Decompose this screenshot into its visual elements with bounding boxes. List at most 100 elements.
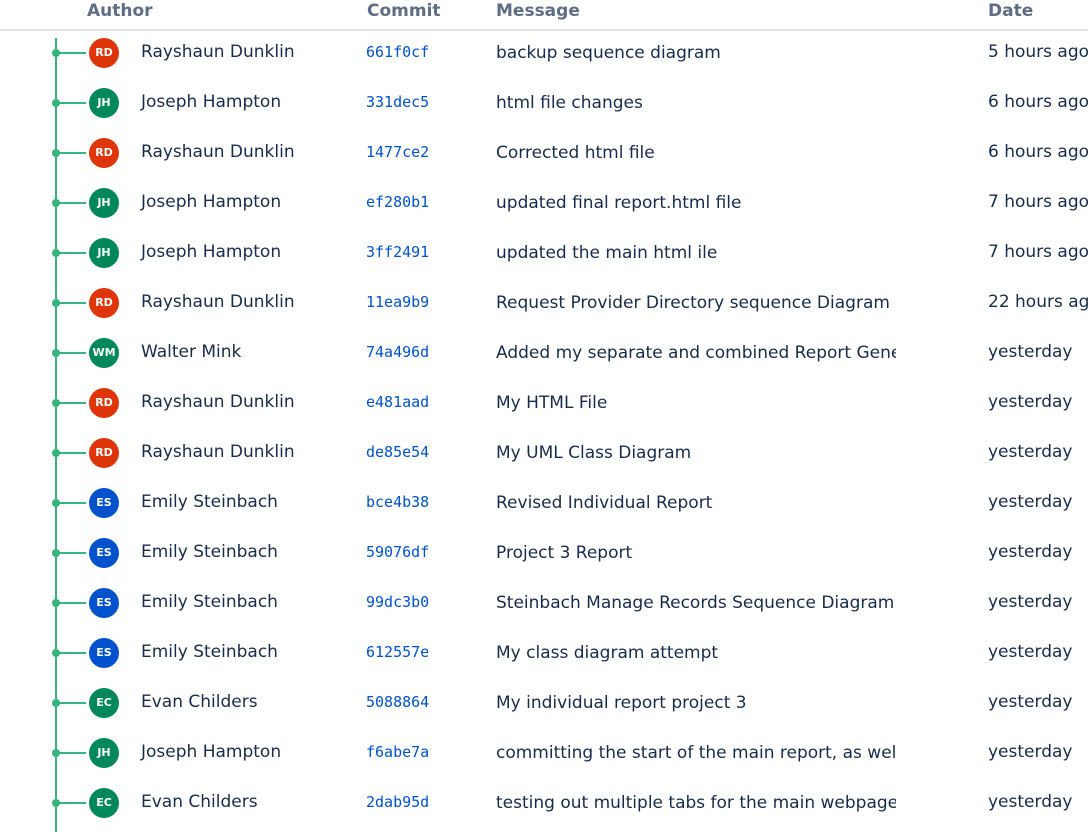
commit-date: 7 hours ago xyxy=(988,242,1088,262)
message-column-header[interactable]: Message xyxy=(496,1,580,21)
avatar[interactable]: RD xyxy=(89,438,119,468)
commit-date: yesterday xyxy=(988,492,1073,512)
table-row[interactable]: JH Joseph Hampton f6abe7a committing the st… xyxy=(0,729,1088,779)
commit-hash-link[interactable]: 3ff2491 xyxy=(366,243,429,261)
commit-hash-link[interactable]: 5088864 xyxy=(366,693,429,711)
author-name: Evan Childers xyxy=(141,792,258,812)
commit-hash-link[interactable]: 2dab95d xyxy=(366,793,429,811)
commit-message: Added my separate and combined Report Ge… xyxy=(496,343,896,363)
commit-hash-link[interactable]: 59076df xyxy=(366,543,429,561)
commit-message: My HTML File xyxy=(496,393,608,413)
commit-date: yesterday xyxy=(988,692,1073,712)
avatar[interactable]: EC xyxy=(89,788,119,818)
commit-date: yesterday xyxy=(988,792,1073,812)
commit-hash-link[interactable]: 1477ce2 xyxy=(366,143,429,161)
commit-hash-link[interactable]: f6abe7a xyxy=(366,743,429,761)
commit-graph-branch xyxy=(58,452,86,454)
author-name: Joseph Hampton xyxy=(141,242,282,262)
avatar[interactable]: EC xyxy=(89,688,119,718)
commit-message: My UML Class Diagram xyxy=(496,443,692,463)
author-name: Emily Steinbach xyxy=(141,492,278,512)
author-name: Joseph Hampton xyxy=(141,92,282,112)
commit-date: 5 hours ago xyxy=(988,42,1088,62)
avatar[interactable]: RD xyxy=(89,138,119,168)
author-name: Emily Steinbach xyxy=(141,592,278,612)
commit-hash-link[interactable]: 11ea9b9 xyxy=(366,293,429,311)
author-name: Rayshaun Dunklin xyxy=(141,142,295,162)
table-row[interactable]: RD Rayshaun Dunklin 11ea9b9 Request Provide… xyxy=(0,279,1088,329)
commit-graph-branch xyxy=(58,102,86,104)
commit-date: yesterday xyxy=(988,442,1073,462)
commit-graph-branch xyxy=(58,652,86,654)
avatar[interactable]: JH xyxy=(89,88,119,118)
commit-hash-link[interactable]: bce4b38 xyxy=(366,493,429,511)
table-header: Author Commit Message Date xyxy=(0,0,1088,31)
commit-message: testing out multiple tabs for the main w… xyxy=(496,793,896,813)
commit-message: My individual report project 3 xyxy=(496,693,747,713)
commit-column-header[interactable]: Commit xyxy=(367,1,441,21)
table-row[interactable]: ES Emily Steinbach 612557e My class diagram… xyxy=(0,629,1088,679)
avatar[interactable]: JH xyxy=(89,238,119,268)
commit-hash-link[interactable]: 331dec5 xyxy=(366,93,429,111)
commit-message: updated the main html ile xyxy=(496,243,718,263)
author-name: Emily Steinbach xyxy=(141,642,278,662)
commit-date: yesterday xyxy=(988,342,1073,362)
commit-hash-link[interactable]: 99dc3b0 xyxy=(366,593,429,611)
avatar[interactable]: ES xyxy=(89,488,119,518)
commit-date: 6 hours ago xyxy=(988,92,1088,112)
commit-graph-branch xyxy=(58,702,86,704)
commit-date: yesterday xyxy=(988,642,1073,662)
table-row[interactable]: RD Rayshaun Dunklin 661f0cf backup sequence… xyxy=(0,29,1088,79)
commit-message: Project 3 Report xyxy=(496,543,633,563)
table-row[interactable]: RD Rayshaun Dunklin e481aad My HTML File yes… xyxy=(0,379,1088,429)
commit-graph-branch xyxy=(58,802,86,804)
table-row[interactable]: JH Joseph Hampton 331dec5 html file changes… xyxy=(0,79,1088,129)
table-row[interactable]: JH Joseph Hampton ef280b1 updated final rep… xyxy=(0,179,1088,229)
avatar[interactable]: ES xyxy=(89,538,119,568)
commit-graph-branch xyxy=(58,752,86,754)
commit-message: My class diagram attempt xyxy=(496,643,719,663)
author-name: Rayshaun Dunklin xyxy=(141,292,295,312)
commit-graph-branch xyxy=(58,152,86,154)
table-row[interactable]: JH Joseph Hampton 3ff2491 updated the main … xyxy=(0,229,1088,279)
commit-graph-branch xyxy=(58,302,86,304)
date-column-header[interactable]: Date xyxy=(988,1,1033,21)
commit-hash-link[interactable]: 612557e xyxy=(366,643,429,661)
table-row[interactable]: EC Evan Childers 5088864 My individual repo… xyxy=(0,679,1088,729)
commit-graph-branch xyxy=(58,252,86,254)
avatar[interactable]: RD xyxy=(89,288,119,318)
author-name: Rayshaun Dunklin xyxy=(141,42,295,62)
author-name: Emily Steinbach xyxy=(141,542,278,562)
commit-message: Revised Individual Report xyxy=(496,493,713,513)
commit-graph-branch xyxy=(58,402,86,404)
author-column-header[interactable]: Author xyxy=(87,1,153,21)
author-name: Joseph Hampton xyxy=(141,192,282,212)
avatar[interactable]: ES xyxy=(89,638,119,668)
table-row[interactable]: EC Evan Childers 2dab95d testing out multip… xyxy=(0,779,1088,829)
commit-hash-link[interactable]: de85e54 xyxy=(366,443,429,461)
commit-message: committing the start of the main report,… xyxy=(496,743,896,763)
avatar[interactable]: RD xyxy=(89,38,119,68)
avatar[interactable]: WM xyxy=(89,338,119,368)
commit-hash-link[interactable]: ef280b1 xyxy=(366,193,429,211)
commit-list: Author Commit Message Date RD Rayshaun Du… xyxy=(0,0,1088,832)
table-row[interactable]: ES Emily Steinbach 99dc3b0 Steinbach Manage… xyxy=(0,579,1088,629)
table-row[interactable]: ES Emily Steinbach 59076df Project 3 Report… xyxy=(0,529,1088,579)
commit-hash-link[interactable]: 661f0cf xyxy=(366,43,429,61)
author-name: Rayshaun Dunklin xyxy=(141,442,295,462)
commit-graph-branch xyxy=(58,502,86,504)
avatar[interactable]: RD xyxy=(89,388,119,418)
commit-hash-link[interactable]: e481aad xyxy=(366,393,429,411)
table-row[interactable]: RD Rayshaun Dunklin 1477ce2 Corrected html … xyxy=(0,129,1088,179)
avatar[interactable]: JH xyxy=(89,738,119,768)
commit-date: yesterday xyxy=(988,392,1073,412)
commit-graph-branch xyxy=(58,552,86,554)
table-row[interactable]: WM Walter Mink 74a496d Added my separate an… xyxy=(0,329,1088,379)
avatar[interactable]: ES xyxy=(89,588,119,618)
table-row[interactable]: RD Rayshaun Dunklin de85e54 My UML Class Di… xyxy=(0,429,1088,479)
avatar[interactable]: JH xyxy=(89,188,119,218)
commit-hash-link[interactable]: 74a496d xyxy=(366,343,429,361)
table-row[interactable]: ES Emily Steinbach bce4b38 Revised Individu… xyxy=(0,479,1088,529)
commit-date: yesterday xyxy=(988,742,1073,762)
commit-date: 6 hours ago xyxy=(988,142,1088,162)
